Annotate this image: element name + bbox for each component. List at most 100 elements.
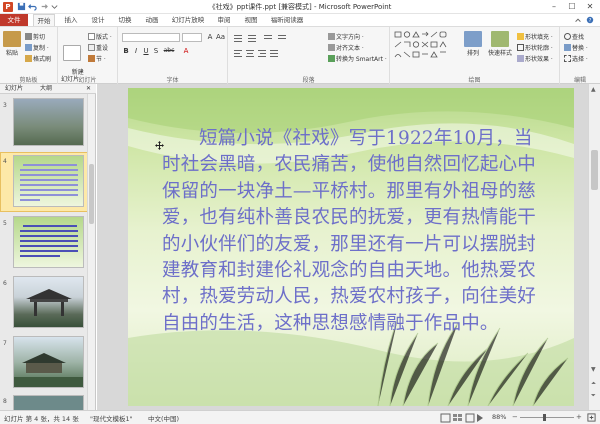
thumb-text-lines: [20, 225, 78, 257]
quick-styles-button[interactable]: 快速样式: [486, 31, 514, 57]
theme-status[interactable]: "现代文模板1": [90, 413, 133, 423]
scissors-icon: [25, 33, 32, 40]
thumb-text-lines: [20, 164, 78, 201]
section-button[interactable]: 节 ·: [88, 54, 106, 63]
paste-button[interactable]: 粘贴: [2, 31, 22, 57]
layout-button[interactable]: 版式 ·: [88, 32, 112, 41]
shape-effects-button[interactable]: 形状效果 ·: [517, 54, 553, 63]
zoom-slider-thumb[interactable]: [543, 414, 546, 421]
next-slide-icon[interactable]: ⏷: [591, 392, 596, 400]
align-text-icon: [328, 44, 335, 51]
align-text-button[interactable]: 对齐文本 ·: [328, 43, 364, 52]
previous-slide-icon[interactable]: ⏶: [591, 380, 596, 388]
zoom-slider[interactable]: [520, 417, 574, 418]
list-buttons[interactable]: [234, 33, 294, 43]
underline-button[interactable]: U: [142, 47, 150, 55]
font-size-input[interactable]: [182, 33, 202, 42]
font-color-button[interactable]: A: [182, 47, 190, 55]
pane-scroll-thumb[interactable]: [89, 164, 94, 224]
tab-insert[interactable]: 插入: [60, 14, 82, 26]
view-buttons[interactable]: [440, 413, 484, 423]
replace-label: 替换 ·: [572, 45, 588, 52]
tab-review[interactable]: 审阅: [213, 14, 235, 26]
vertical-scrollbar[interactable]: ▲ ▼ ⏶ ⏷: [588, 84, 600, 410]
tab-file[interactable]: 文件: [0, 14, 28, 26]
arrange-icon: [464, 31, 482, 47]
text-direction-icon: [328, 33, 335, 40]
reset-button[interactable]: 重设: [88, 43, 108, 52]
pavilion-picture: [26, 289, 72, 316]
slide-thumbnail-6[interactable]: [13, 276, 84, 328]
window-title: 《社戏》ppt课件.ppt [兼容模式] - Microsoft PowerPo…: [208, 3, 392, 11]
shape-effects-label: 形状效果 ·: [525, 56, 553, 63]
slide-thumbnail-5[interactable]: [13, 216, 84, 268]
close-button[interactable]: ✕: [581, 0, 599, 14]
quick-styles-icon: [491, 31, 509, 47]
tab-transitions[interactable]: 切换: [114, 14, 136, 26]
select-button[interactable]: 选择 ·: [564, 54, 588, 63]
align-buttons[interactable]: [234, 48, 294, 58]
zoom-out-icon[interactable]: −: [512, 413, 518, 421]
find-button[interactable]: 查找: [564, 32, 584, 41]
slide-thumbnail-8[interactable]: [13, 395, 84, 410]
format-painter-button[interactable]: 格式刷: [25, 54, 51, 63]
tab-animations[interactable]: 动画: [141, 14, 163, 26]
tab-design[interactable]: 设计: [87, 14, 109, 26]
format-painter-label: 格式刷: [33, 56, 52, 63]
shape-fill-button[interactable]: 形状填充 ·: [517, 32, 553, 41]
ribbon: 粘贴 剪切 复制 · 格式刷 剪贴板 新建 幻灯片 · 版式 · 重设 节 · …: [0, 26, 600, 85]
cut-button[interactable]: 剪切: [25, 32, 45, 41]
text-direction-button[interactable]: 文字方向 ·: [328, 32, 364, 41]
tab-slides-pane[interactable]: 幻灯片: [5, 84, 23, 94]
text-direction-label: 文字方向 ·: [336, 34, 364, 41]
slide-thumbnail-7[interactable]: [13, 336, 84, 388]
slide-thumbnail-3[interactable]: [13, 98, 84, 146]
scroll-up-icon[interactable]: ▲: [591, 86, 596, 93]
shape-outline-button[interactable]: 形状轮廓 ·: [517, 43, 553, 52]
tab-outline-pane[interactable]: 大纲: [40, 84, 52, 94]
zoom-in-icon[interactable]: +: [576, 413, 582, 421]
language-status[interactable]: 中文(中国): [148, 413, 179, 423]
close-pane-icon[interactable]: ✕: [86, 84, 91, 94]
tab-view[interactable]: 视图: [240, 14, 262, 26]
paragraph-group: 文字方向 · 对齐文本 · 转换为 SmartArt · 段落: [228, 27, 390, 85]
pen-icon: [517, 44, 524, 51]
grow-font-button[interactable]: A: [206, 33, 214, 41]
convert-smartart-button[interactable]: 转换为 SmartArt ·: [328, 54, 387, 63]
scroll-down-icon[interactable]: ▼: [591, 366, 596, 373]
bold-button[interactable]: B: [122, 47, 130, 55]
drawing-group-label: 绘图: [468, 77, 481, 84]
tab-slideshow[interactable]: 幻灯片放映: [168, 14, 208, 26]
tab-home[interactable]: 开始: [33, 14, 55, 26]
change-case-button[interactable]: Aa: [216, 33, 225, 41]
maximize-button[interactable]: ☐: [563, 0, 581, 14]
arrange-button[interactable]: 排列: [462, 31, 484, 57]
reset-icon: [88, 44, 95, 51]
strikethrough-button[interactable]: abc: [162, 47, 176, 54]
copy-icon: [25, 44, 32, 51]
pane-scrollbar[interactable]: [87, 94, 95, 410]
italic-button[interactable]: I: [132, 47, 140, 55]
zoom-level[interactable]: 88%: [492, 413, 506, 421]
paragraph-group-label: 段落: [302, 77, 315, 84]
minimize-button[interactable]: –: [545, 0, 563, 14]
thumb-number: 7: [3, 340, 7, 347]
slide-canvas[interactable]: 短篇小说《社戏》写于1922年10月，当时社会黑暗，农民痛苦，使他自然回忆起心中…: [128, 88, 574, 406]
slide-body-text[interactable]: 短篇小说《社戏》写于1922年10月，当时社会黑暗，农民痛苦，使他自然回忆起心中…: [162, 126, 550, 337]
font-name-input[interactable]: [122, 33, 180, 42]
fit-to-window-icon[interactable]: [587, 413, 596, 422]
replace-button[interactable]: 替换 ·: [564, 43, 588, 52]
copy-label: 复制 ·: [33, 45, 49, 52]
section-icon: [88, 55, 95, 62]
help-icon[interactable]: ?: [586, 16, 594, 24]
shapes-gallery[interactable]: [394, 31, 454, 65]
thumb-number: 5: [3, 220, 7, 227]
shadow-button[interactable]: S: [152, 47, 160, 55]
slides-pane: 幻灯片 大纲 ✕ 3 4 5 6 7 8: [0, 84, 96, 410]
copy-button[interactable]: 复制 ·: [25, 43, 49, 52]
drawing-group: 排列 快速样式 形状填充 · 形状轮廓 · 形状效果 · 绘图: [390, 27, 560, 85]
collapse-ribbon-icon[interactable]: [574, 16, 582, 24]
slide-thumbnail-4[interactable]: [13, 155, 84, 207]
tab-foxit-reader[interactable]: 福昕阅读器: [267, 14, 307, 26]
scroll-thumb[interactable]: [591, 150, 598, 190]
